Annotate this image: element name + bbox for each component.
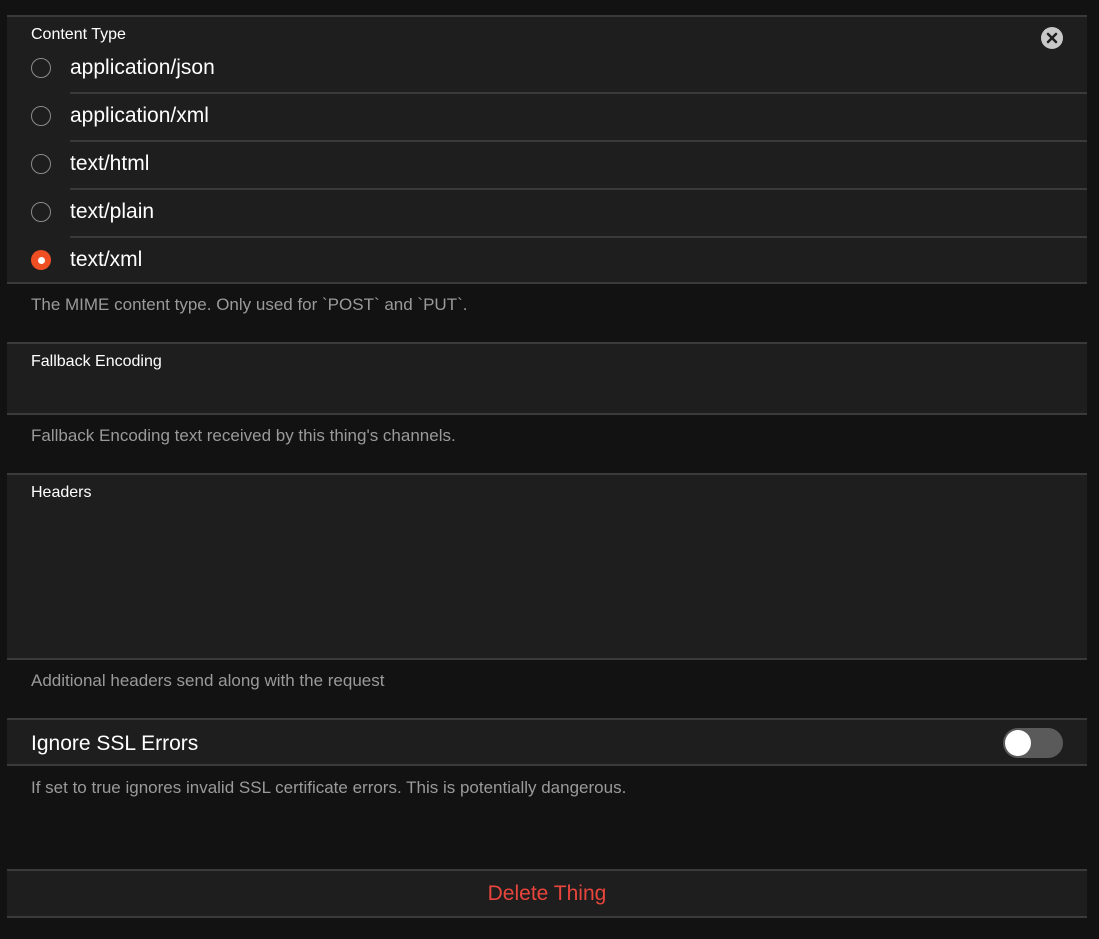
radio-button[interactable] (31, 154, 51, 174)
content-type-option-text-xml[interactable]: text/xml (7, 238, 1087, 284)
radio-button[interactable] (31, 58, 51, 78)
fallback-encoding-field[interactable]: Fallback Encoding (7, 342, 1087, 415)
radio-button-checked[interactable] (31, 250, 51, 270)
option-label: text/xml (70, 248, 143, 271)
radio-button[interactable] (31, 106, 51, 126)
thing-config-page: Content Type application/json applicatio… (0, 0, 1099, 939)
delete-thing-button[interactable]: Delete Thing (7, 871, 1087, 915)
ignore-ssl-row: Ignore SSL Errors (7, 718, 1087, 766)
radio-button[interactable] (31, 202, 51, 222)
option-label: application/json (70, 56, 215, 79)
fallback-encoding-label: Fallback Encoding (31, 353, 162, 370)
fallback-encoding-hint: Fallback Encoding text received by this … (31, 426, 456, 445)
content-type-hint: The MIME content type. Only used for `PO… (31, 295, 468, 314)
content-type-section: Content Type application/json applicatio… (7, 15, 1087, 284)
ignore-ssl-label: Ignore SSL Errors (31, 732, 199, 755)
content-type-option-text-html[interactable]: text/html (7, 142, 1087, 190)
content-type-option-text-plain[interactable]: text/plain (7, 190, 1087, 238)
toggle-knob (1005, 730, 1031, 756)
headers-label: Headers (31, 484, 92, 501)
ignore-ssl-toggle[interactable] (1003, 728, 1063, 758)
content-type-option-application-json[interactable]: application/json (7, 46, 1087, 94)
headers-hint: Additional headers send along with the r… (31, 671, 385, 690)
content-type-label: Content Type (31, 26, 126, 43)
delete-section: Delete Thing (7, 869, 1087, 918)
headers-field[interactable]: Headers (7, 473, 1087, 660)
ignore-ssl-hint: If set to true ignores invalid SSL certi… (31, 778, 627, 797)
option-label: text/plain (70, 200, 155, 223)
option-label: application/xml (70, 104, 209, 127)
option-label: text/html (70, 152, 150, 175)
content-type-option-application-xml[interactable]: application/xml (7, 94, 1087, 142)
